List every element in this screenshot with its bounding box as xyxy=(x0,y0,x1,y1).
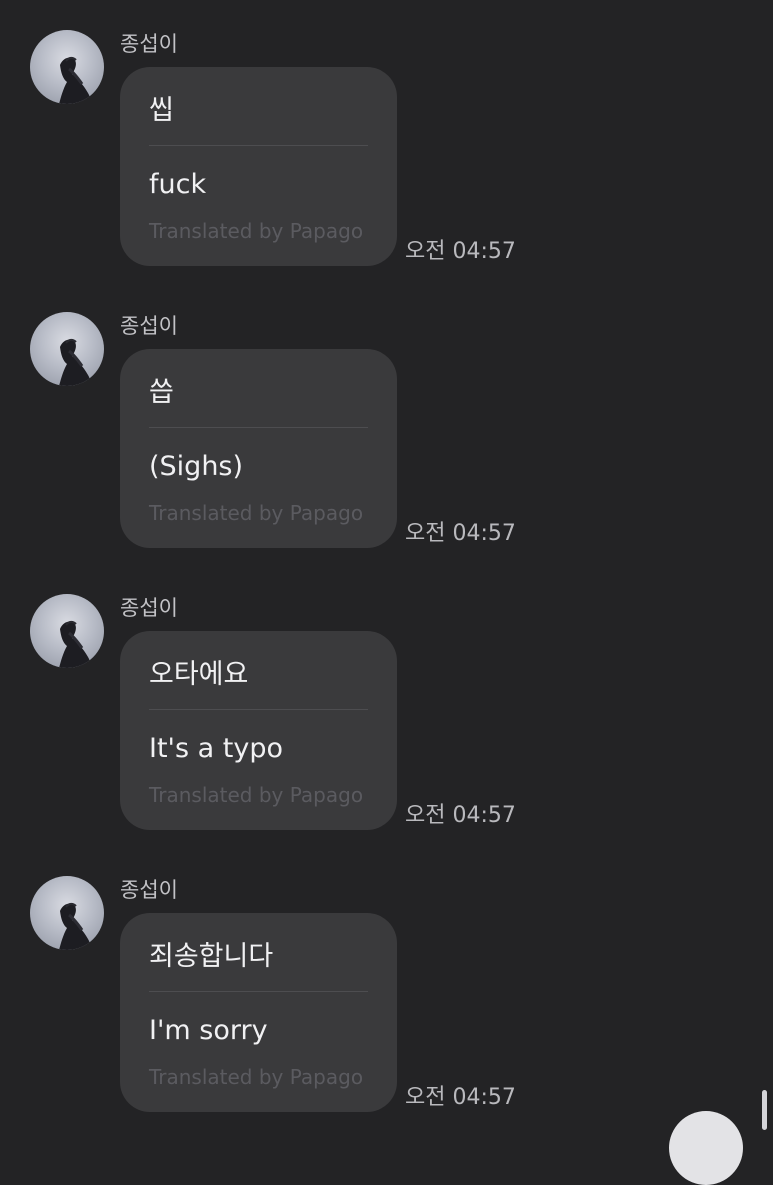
scroll-down-button[interactable] xyxy=(669,1111,743,1185)
message-time: 오전 04:57 xyxy=(405,521,516,546)
sender-name: 종섭이 xyxy=(120,596,178,620)
original-text: 오타에요 xyxy=(149,659,249,690)
original-text: 씁 xyxy=(149,377,174,408)
message-time: 오전 04:57 xyxy=(405,239,516,264)
original-text: 죄송합니다 xyxy=(149,941,274,972)
bubble-divider xyxy=(149,145,368,146)
sender-name: 종섭이 xyxy=(120,314,178,338)
bubble-divider xyxy=(149,709,368,710)
bubble-divider xyxy=(149,427,368,428)
bubble-divider xyxy=(149,991,368,992)
translation-credit: Translated by Papago xyxy=(149,501,364,525)
translated-text: fuck xyxy=(149,169,207,200)
message-item: 종섭이 죄송합니다 I'm sorry Translated by Papago… xyxy=(0,846,773,1112)
message-bubble[interactable]: 씹 fuck Translated by Papago xyxy=(120,67,397,266)
avatar[interactable] xyxy=(30,30,104,104)
translated-text: It's a typo xyxy=(149,733,283,764)
message-item: 종섭이 씁 (Sighs) Translated by Papago 오전 04… xyxy=(0,282,773,548)
profile-photo-icon xyxy=(59,338,91,386)
message-bubble[interactable]: 죄송합니다 I'm sorry Translated by Papago xyxy=(120,913,397,1112)
message-bubble[interactable]: 오타에요 It's a typo Translated by Papago xyxy=(120,631,397,830)
scrollbar[interactable] xyxy=(762,1090,767,1130)
translation-credit: Translated by Papago xyxy=(149,219,364,243)
avatar[interactable] xyxy=(30,594,104,668)
avatar[interactable] xyxy=(30,312,104,386)
translation-credit: Translated by Papago xyxy=(149,783,364,807)
profile-photo-icon xyxy=(59,902,91,950)
message-bubble[interactable]: 씁 (Sighs) Translated by Papago xyxy=(120,349,397,548)
translated-text: (Sighs) xyxy=(149,451,244,482)
chat-thread: 종섭이 씹 fuck Translated by Papago 오전 04:57… xyxy=(0,0,773,1185)
profile-photo-icon xyxy=(59,56,91,104)
sender-name: 종섭이 xyxy=(120,32,178,56)
avatar[interactable] xyxy=(30,876,104,950)
message-item: 종섭이 오타에요 It's a typo Translated by Papag… xyxy=(0,564,773,830)
message-time: 오전 04:57 xyxy=(405,803,516,828)
translation-credit: Translated by Papago xyxy=(149,1065,364,1089)
message-time: 오전 04:57 xyxy=(405,1085,516,1110)
profile-photo-icon xyxy=(59,620,91,668)
translated-text: I'm sorry xyxy=(149,1015,268,1046)
original-text: 씹 xyxy=(149,95,174,126)
message-item: 종섭이 씹 fuck Translated by Papago 오전 04:57 xyxy=(0,0,773,266)
sender-name: 종섭이 xyxy=(120,878,178,902)
